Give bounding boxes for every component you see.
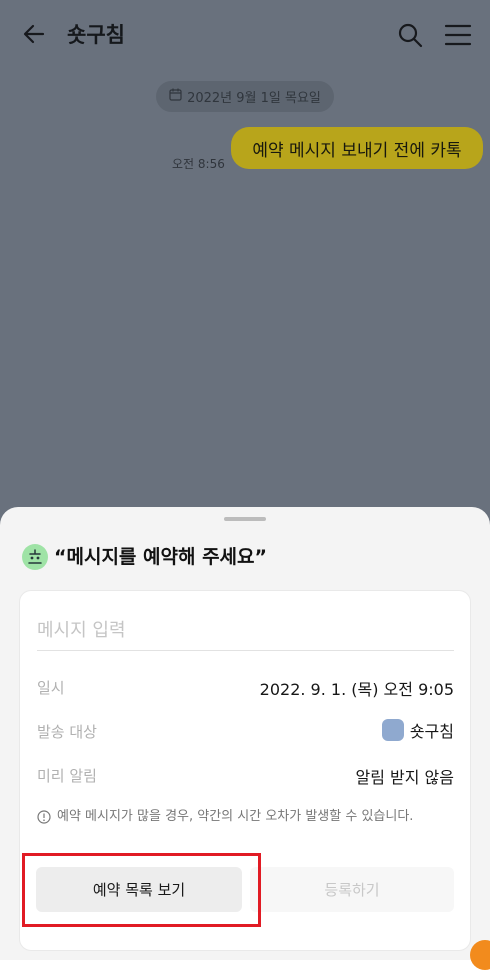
notice-text-block: 예약 메시지가 많을 경우, 약간의 시간 오차가 발생할 수 있습니다. xyxy=(37,807,477,827)
register-button[interactable]: 등록하기 xyxy=(250,867,454,912)
message-bubble[interactable]: 예약 메시지 보내기 전에 카톡 xyxy=(231,127,483,169)
search-icon[interactable] xyxy=(396,21,424,49)
recipient-name: 숏구침 xyxy=(409,722,454,741)
date-divider: 2022년 9월 1일 목요일 xyxy=(156,81,334,112)
datetime-label: 일시 xyxy=(37,679,65,697)
reminder-label: 미리 알림 xyxy=(37,767,97,785)
sheet-title: “메시지를 예약해 주세요” xyxy=(54,546,268,568)
menu-icon[interactable] xyxy=(444,21,472,49)
recipient-value[interactable]: 숏구침 xyxy=(381,718,454,742)
chat-header: 숏구침 xyxy=(0,0,490,66)
info-icon xyxy=(37,810,51,824)
date-label: 2022년 9월 1일 목요일 xyxy=(187,91,321,106)
chat-title: 숏구침 xyxy=(67,23,125,47)
reservation-icon xyxy=(21,543,49,571)
reminder-value[interactable]: 알림 받지 않음 xyxy=(356,764,455,788)
recipient-label: 발송 대상 xyxy=(37,723,97,741)
floating-badge[interactable] xyxy=(470,940,490,970)
back-arrow-icon[interactable] xyxy=(20,20,48,48)
message-time: 오전 8:56 xyxy=(172,157,225,171)
notice-text: 예약 메시지가 많을 경우, 약간의 시간 오차가 발생할 수 있습니다. xyxy=(57,809,414,824)
sheet-drag-handle[interactable] xyxy=(224,517,266,521)
avatar xyxy=(381,719,404,741)
highlight-box xyxy=(22,853,261,927)
message-input[interactable] xyxy=(37,610,454,651)
datetime-value[interactable]: 2022. 9. 1. (목) 오전 9:05 xyxy=(260,676,454,700)
calendar-icon xyxy=(169,88,182,105)
